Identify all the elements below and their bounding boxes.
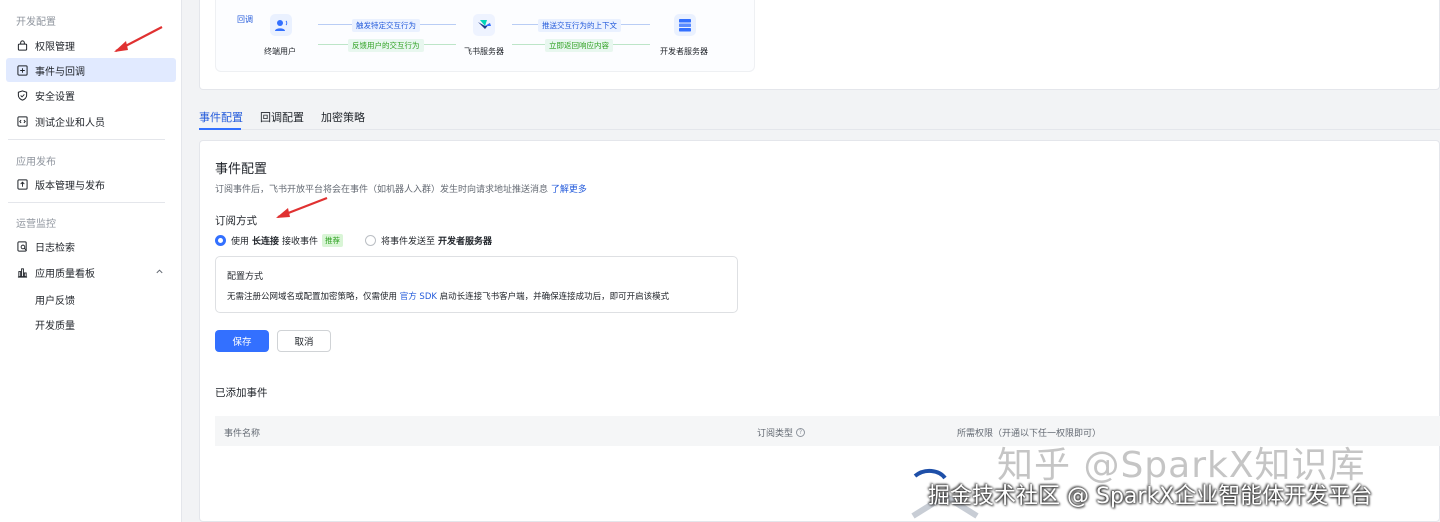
divider — [8, 139, 165, 140]
sidebar-subitem-dev-quality[interactable]: 开发质量 — [35, 317, 75, 332]
page-title: 事件配置 — [215, 162, 268, 177]
sidebar-item-label: 应用质量看板 — [35, 268, 95, 280]
cancel-button[interactable]: 取消 — [277, 330, 331, 352]
config-box-text: 无需注册公网域名或配置加密策略，仅需使用 官方 SDK 启动长连接飞书客户端，并… — [227, 290, 669, 302]
feishu-logo-icon — [473, 14, 495, 40]
upload-icon — [16, 178, 28, 190]
sidebar: 开发配置 权限管理 事件与回调 安全设置 测试企业和人员 应用发布 版本管理与发… — [0, 0, 182, 522]
column-subscription-type: 订阅类型 ? — [757, 426, 806, 439]
option-bold: 长连接 — [252, 237, 280, 247]
section-title-publish: 应用发布 — [16, 157, 56, 168]
sidebar-item-permissions[interactable]: 权限管理 — [6, 33, 176, 57]
radio-long-connection[interactable]: 使用 长连接 接收事件 推荐 — [215, 234, 344, 247]
sidebar-item-version[interactable]: 版本管理与发布 — [6, 172, 176, 196]
sidebar-item-label: 日志检索 — [35, 242, 75, 254]
added-events-title: 已添加事件 — [215, 387, 268, 399]
learn-more-link[interactable]: 了解更多 — [551, 185, 587, 195]
column-event-name: 事件名称 — [224, 429, 261, 439]
sidebar-item-security[interactable]: 安全设置 — [6, 83, 176, 107]
radio-unchecked[interactable] — [365, 235, 376, 246]
divider — [8, 202, 165, 203]
option-bold: 开发者服务器 — [438, 237, 493, 247]
event-icon — [16, 64, 28, 76]
sidebar-item-label: 测试企业和人员 — [35, 117, 105, 129]
sidebar-item-quality-board[interactable]: 应用质量看板 — [6, 260, 176, 284]
user-icon — [270, 14, 292, 40]
section-title-dev-config: 开发配置 — [16, 17, 56, 28]
description-text: 订阅事件后，飞书开放平台将会在事件（如机器人入群）发生时向请求地址推送消息 — [215, 185, 549, 195]
push-context-label: 推送交互行为的上下文 — [538, 19, 621, 32]
config-text-after: 启动长连接飞书客户端，并确保连接成功后，即可开启该模式 — [439, 292, 670, 302]
radio-checked[interactable] — [215, 235, 226, 246]
column-label: 订阅类型 — [757, 429, 794, 439]
return-label: 立即返回响应内容 — [545, 39, 613, 52]
dev-server-label: 开发者服务器 — [660, 47, 708, 56]
section-title-monitoring: 运营监控 — [16, 219, 56, 230]
shield-icon — [16, 89, 28, 101]
option-prefix: 使用 — [231, 237, 250, 247]
subscription-method-title: 订阅方式 — [215, 215, 257, 227]
option-suffix: 接收事件 — [282, 237, 319, 247]
config-box-title: 配置方式 — [227, 272, 264, 282]
sidebar-item-label: 版本管理与发布 — [35, 180, 105, 192]
trigger-label: 触发特定交互行为 — [352, 19, 420, 32]
sidebar-item-test-org[interactable]: 测试企业和人员 — [6, 109, 176, 133]
lock-icon — [16, 39, 28, 51]
tab-active-indicator — [199, 128, 241, 130]
sidebar-item-label: 事件与回调 — [35, 66, 85, 78]
recommended-badge: 推荐 — [322, 234, 344, 247]
chevron-up-icon[interactable] — [155, 267, 164, 279]
callback-tag: 回调 — [237, 15, 253, 24]
save-button[interactable]: 保存 — [215, 330, 269, 352]
feedback-label: 反馈用户的交互行为 — [348, 39, 424, 52]
sidebar-subitem-user-feedback[interactable]: 用户反馈 — [35, 292, 75, 307]
radio-dev-server[interactable]: 将事件发送至 开发者服务器 — [365, 234, 495, 247]
official-sdk-link[interactable]: 官方 SDK — [400, 292, 437, 302]
server-icon — [674, 14, 696, 40]
sidebar-item-label: 安全设置 — [35, 91, 75, 103]
help-icon[interactable]: ? — [796, 428, 806, 437]
code-icon — [16, 115, 28, 127]
option-prefix: 将事件发送至 — [381, 237, 436, 247]
end-user-label: 终端用户 — [264, 47, 296, 56]
log-search-icon — [16, 240, 28, 252]
config-text-before: 无需注册公网域名或配置加密策略，仅需使用 — [227, 292, 398, 302]
sidebar-item-events[interactable]: 事件与回调 — [6, 58, 176, 82]
juejin-watermark: 掘金技术社区 @ SparkX企业智能体开发平台 — [928, 484, 1373, 509]
feishu-server-label: 飞书服务器 — [464, 47, 504, 56]
sidebar-item-label: 权限管理 — [35, 41, 75, 53]
sidebar-item-log-search[interactable]: 日志检索 — [6, 234, 176, 258]
bar-chart-icon — [16, 266, 28, 278]
tab-encryption[interactable]: 加密策略 — [321, 109, 365, 125]
tab-event-config[interactable]: 事件配置 — [199, 109, 243, 125]
config-tabs: 事件配置 回调配置 加密策略 — [199, 104, 1440, 130]
tab-callback-config[interactable]: 回调配置 — [260, 109, 304, 125]
config-method-box: 配置方式 无需注册公网域名或配置加密策略，仅需使用 官方 SDK 启动长连接飞书… — [215, 256, 738, 313]
event-config-description: 订阅事件后，飞书开放平台将会在事件（如机器人入群）发生时向请求地址推送消息 了解… — [215, 182, 587, 195]
